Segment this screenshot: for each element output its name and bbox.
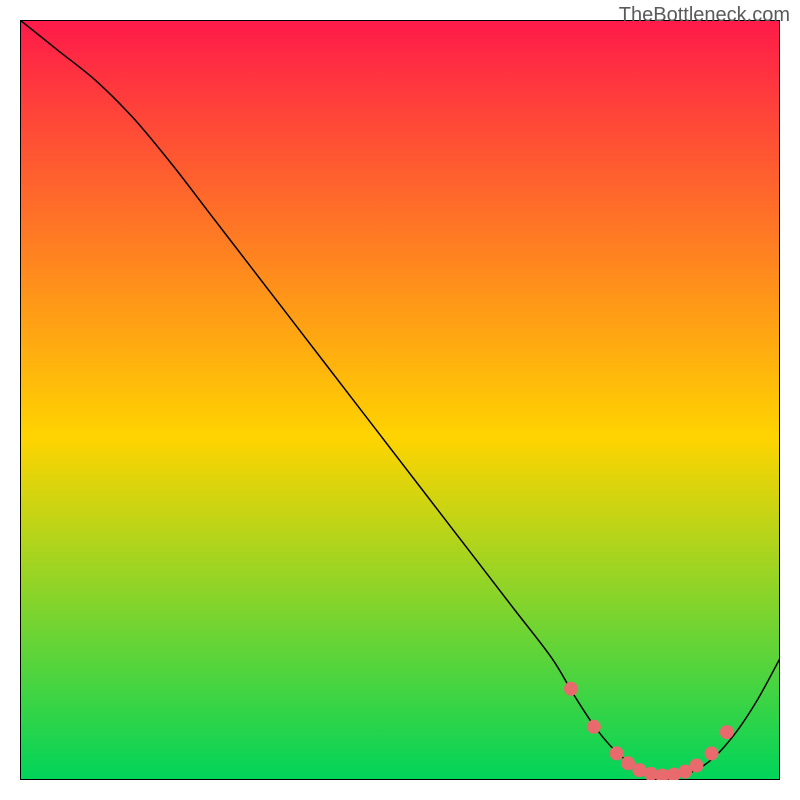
optimal-marker <box>689 759 703 773</box>
optimal-marker <box>720 725 734 739</box>
optimal-marker <box>587 720 601 734</box>
watermark-text: TheBottleneck.com <box>619 4 790 27</box>
optimal-marker <box>610 746 624 760</box>
optimal-marker <box>705 746 719 760</box>
gradient-background <box>20 20 780 780</box>
chart-container: TheBottleneck.com <box>0 0 800 800</box>
chart-svg <box>20 20 780 780</box>
plot-area <box>20 20 780 780</box>
optimal-marker <box>564 682 578 696</box>
